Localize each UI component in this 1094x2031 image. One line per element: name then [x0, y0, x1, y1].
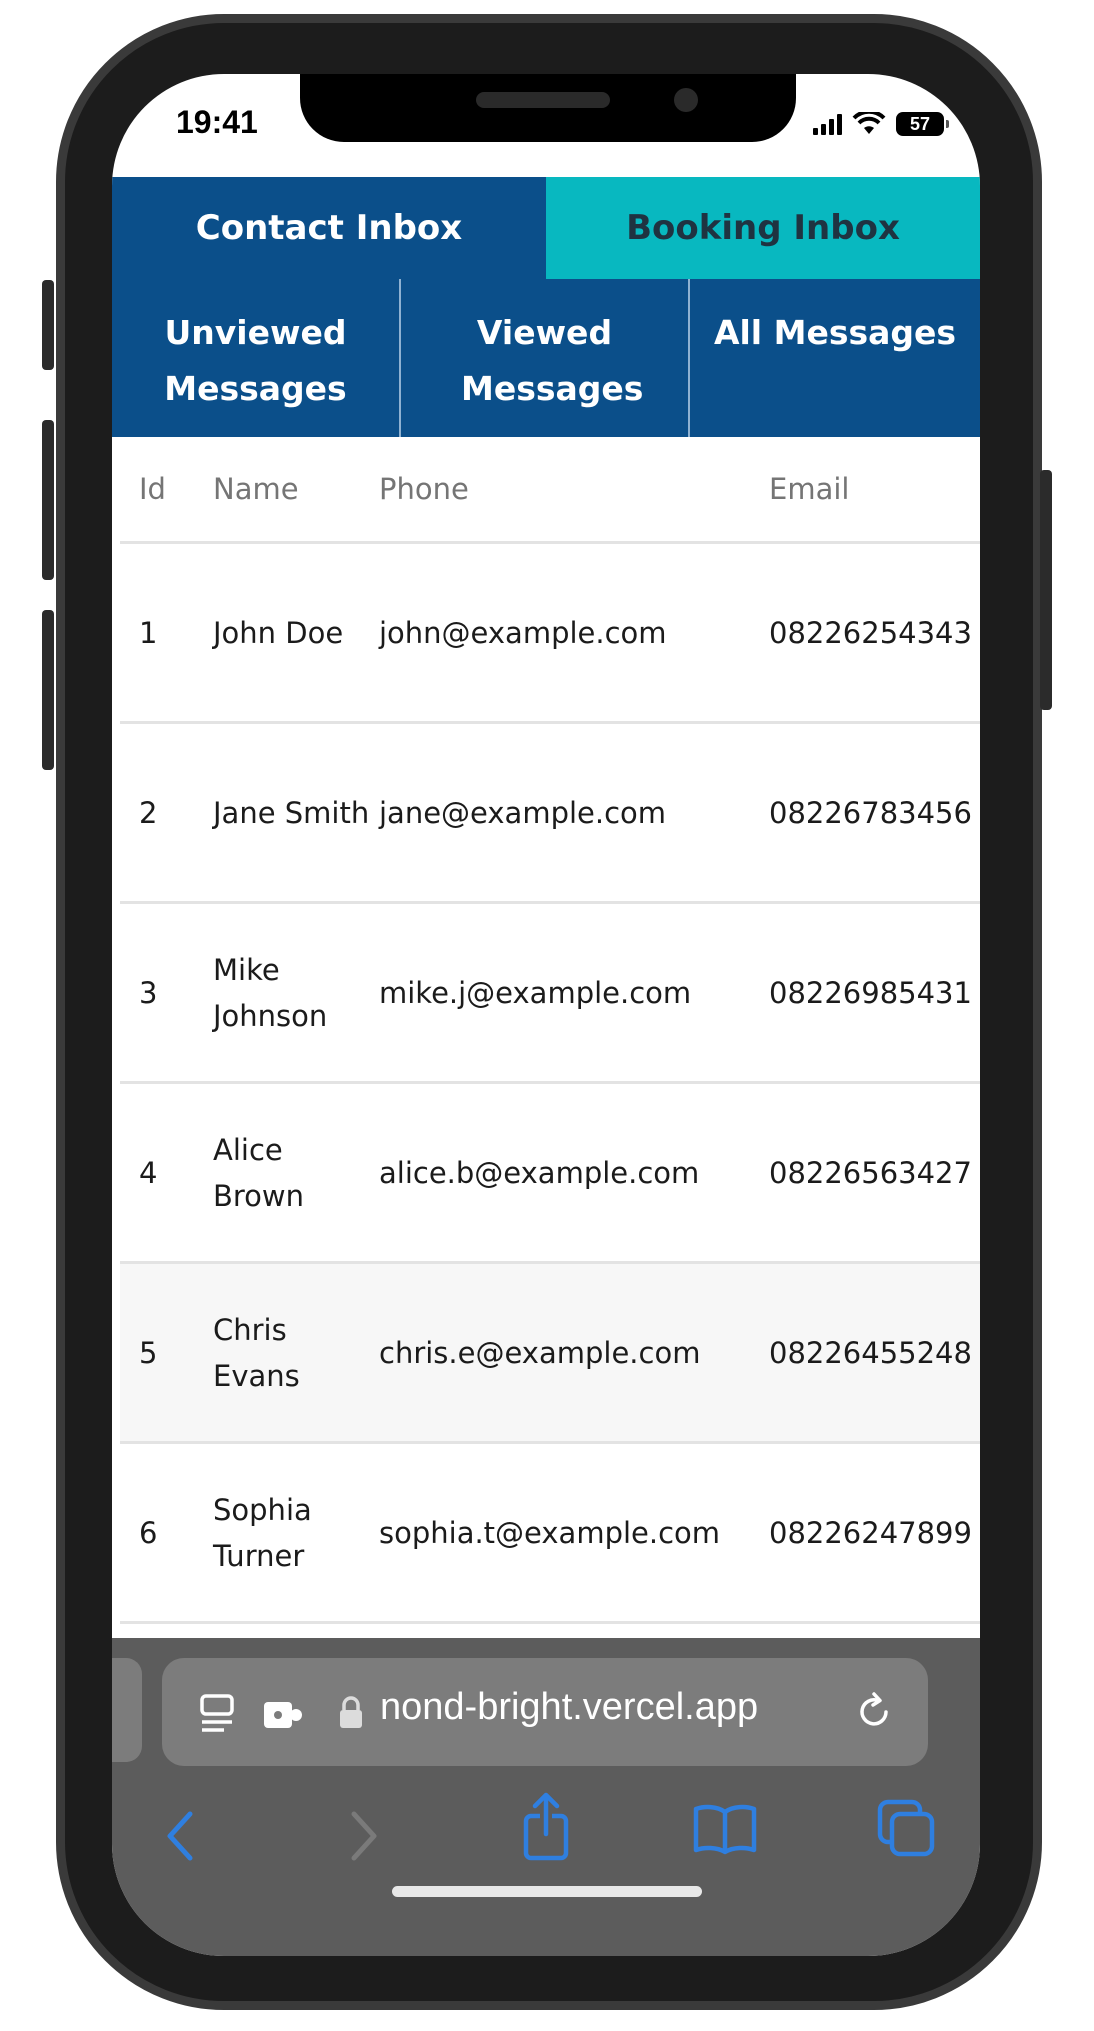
column-header-phone: Phone [378, 437, 768, 544]
cell-phone-value: 08226985431 [768, 902, 980, 1084]
inbox-tabs: Contact Inbox Booking Inbox [112, 177, 980, 279]
forward-icon[interactable] [344, 1808, 384, 1864]
table-row[interactable]: 3 Mike Johnson mike.j@example.com 082269… [120, 902, 980, 1084]
cell-name: Sophia Turner [212, 1442, 378, 1624]
message-filters: Unviewed Messages Viewed Messages All Me… [112, 279, 980, 437]
column-header-email: Email [768, 437, 980, 544]
notch [300, 74, 796, 142]
back-icon[interactable] [160, 1808, 200, 1864]
column-header-id: Id [120, 437, 212, 544]
cell-phone-value: 08226254343 [768, 542, 980, 724]
tab-booking-inbox[interactable]: Booking Inbox [546, 177, 980, 279]
browser-nav-row [112, 1786, 980, 1878]
lock-icon [340, 1696, 362, 1728]
reader-mode-icon[interactable] [198, 1694, 238, 1736]
table-row[interactable]: 4 Alice Brown alice.b@example.com 082265… [120, 1082, 980, 1264]
cellular-signal-icon [813, 113, 842, 135]
address-bar[interactable]: nond-bright.vercel.app [162, 1658, 928, 1766]
tab-contact-inbox[interactable]: Contact Inbox [112, 177, 546, 279]
phone-screen: 19:41 57 Contact Inbox Booking Inbox Unv… [112, 74, 980, 1956]
extension-icon[interactable] [262, 1698, 306, 1732]
messages-table-container[interactable]: Id Name Phone Email 1 John Doe john@exam… [120, 437, 980, 1677]
cell-name: Jane Smith [212, 722, 378, 904]
cell-email-value: mike.j@example.com [378, 902, 768, 1084]
cell-id: 6 [120, 1442, 212, 1624]
cell-id: 1 [120, 542, 212, 724]
speaker-grille [476, 92, 610, 108]
cell-email-value: sophia.t@example.com [378, 1442, 768, 1624]
cell-phone-value: 08226563427 [768, 1082, 980, 1264]
cell-phone-value: 08226783456 [768, 722, 980, 904]
filter-viewed-messages[interactable]: Viewed Messages [401, 279, 690, 437]
cell-phone-value: 08226247899 [768, 1442, 980, 1624]
cell-id: 5 [120, 1262, 212, 1444]
status-icons: 57 [813, 112, 949, 136]
volume-down-button [42, 610, 54, 770]
previous-tab-pill[interactable] [112, 1658, 142, 1762]
column-header-name: Name [212, 437, 378, 544]
reload-icon[interactable] [852, 1690, 896, 1734]
cell-id: 4 [120, 1082, 212, 1264]
table-row[interactable]: 5 Chris Evans chris.e@example.com 082264… [120, 1262, 980, 1444]
status-time: 19:41 [176, 104, 258, 140]
cell-email-value: john@example.com [378, 542, 768, 724]
cell-id: 2 [120, 722, 212, 904]
battery-icon: 57 [896, 112, 949, 136]
wifi-icon [852, 112, 886, 134]
browser-toolbar: nond-bright.vercel.app [112, 1638, 980, 1956]
table-row[interactable]: 1 John Doe john@example.com 08226254343 [120, 542, 980, 724]
filter-unviewed-messages[interactable]: Unviewed Messages [112, 279, 401, 437]
cell-name: Chris Evans [212, 1262, 378, 1444]
cell-email-value: jane@example.com [378, 722, 768, 904]
table-header-row: Id Name Phone Email [120, 437, 980, 544]
filter-all-messages[interactable]: All Messages [690, 279, 980, 437]
url-text[interactable]: nond-bright.vercel.app [380, 1686, 758, 1729]
table-row[interactable]: 2 Jane Smith jane@example.com 0822678345… [120, 722, 980, 904]
tabs-icon[interactable] [876, 1798, 938, 1858]
cell-email-value: chris.e@example.com [378, 1262, 768, 1444]
home-indicator[interactable] [392, 1886, 702, 1897]
cell-name: Alice Brown [212, 1082, 378, 1264]
messages-table: Id Name Phone Email 1 John Doe john@exam… [120, 437, 980, 1624]
volume-up-button [42, 420, 54, 580]
bookmarks-icon[interactable] [692, 1802, 758, 1856]
cell-name: John Doe [212, 542, 378, 724]
power-button [1040, 470, 1052, 710]
cell-name: Mike Johnson [212, 902, 378, 1084]
cell-id: 3 [120, 902, 212, 1084]
front-camera [674, 88, 698, 112]
cell-email-value: alice.b@example.com [378, 1082, 768, 1264]
silent-switch [42, 280, 54, 370]
share-icon[interactable] [516, 1792, 576, 1862]
table-row[interactable]: 6 Sophia Turner sophia.t@example.com 082… [120, 1442, 980, 1624]
cell-phone-value: 08226455248 [768, 1262, 980, 1444]
